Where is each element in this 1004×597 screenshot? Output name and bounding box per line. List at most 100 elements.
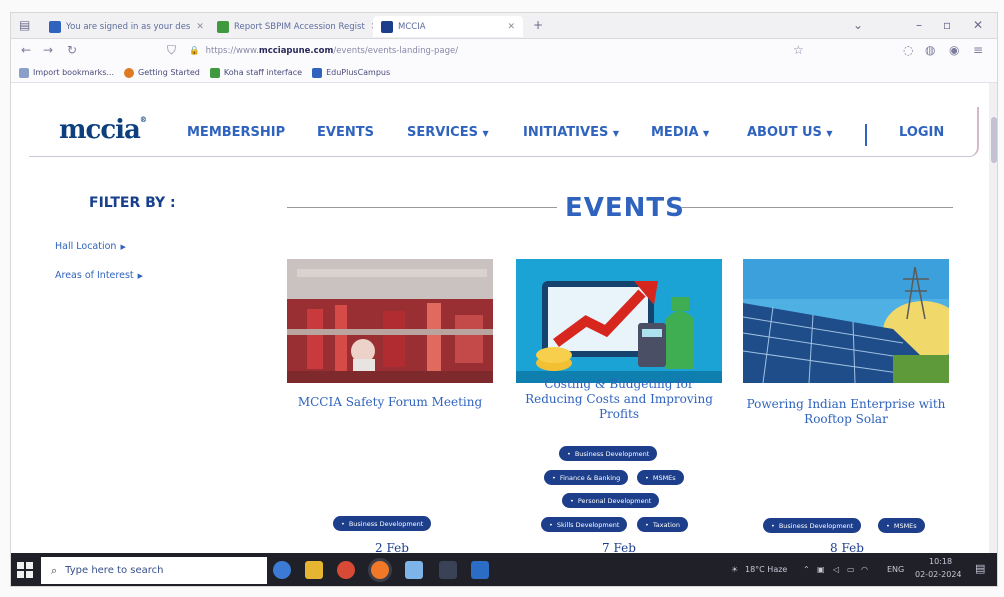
tag-personal-development[interactable]: Personal Development (562, 493, 660, 508)
close-window-icon[interactable]: ✕ (973, 18, 983, 32)
back-icon[interactable]: ← (21, 43, 31, 57)
caret-down-icon: ▼ (703, 129, 710, 138)
url-host: mcciapune.com (258, 46, 334, 56)
account-icon[interactable]: ◉ (949, 43, 959, 57)
tab-label: Report SBPIM Accession Regist (234, 21, 365, 32)
tag-finance-banking[interactable]: Finance & Banking (544, 470, 629, 485)
filter-title: FILTER BY : (89, 195, 176, 211)
nav-media[interactable]: MEDIA ▼ (651, 125, 709, 140)
windows-start-icon[interactable] (17, 562, 33, 578)
nav-membership[interactable]: MEMBERSHIP (187, 125, 285, 140)
reload-icon[interactable]: ↻ (67, 43, 77, 57)
event-image-solar[interactable] (743, 259, 949, 383)
tag-msmes[interactable]: MSMEs (637, 470, 684, 485)
bookmark-getting-started[interactable]: Getting Started (124, 67, 200, 78)
import-icon (19, 67, 29, 78)
bookmark-label: Koha staff interface (223, 68, 303, 77)
scrollbar-thumb[interactable] (991, 117, 997, 163)
minimize-icon[interactable]: – (916, 18, 922, 32)
clock-time[interactable]: 10:18 (929, 557, 952, 566)
event-title[interactable]: MCCIA Safety Forum Meeting (287, 395, 493, 410)
tag-taxation[interactable]: Taxation (637, 517, 689, 532)
nav-about-us[interactable]: ABOUT US ▼ (747, 125, 833, 140)
notifications-icon[interactable]: ▤ (975, 562, 985, 575)
close-icon[interactable]: ✕ (507, 22, 515, 32)
app-icon[interactable] (439, 561, 457, 579)
tab-strip: ▤ You are signed in as your des ✕ Report… (11, 13, 997, 39)
filter-hall-location[interactable]: Hall Location ▶ (55, 241, 126, 252)
nav-events[interactable]: EVENTS (317, 125, 374, 140)
event-image-costing[interactable] (516, 259, 722, 383)
weather-icon[interactable]: ☀ (731, 565, 738, 574)
event-title[interactable]: Powering Indian Enterprise with Rooftop … (743, 397, 949, 427)
battery-icon[interactable]: ▭ (847, 565, 855, 574)
edge-icon[interactable] (273, 561, 291, 579)
search-icon: ⌕ (51, 563, 58, 577)
filter-label: Areas of Interest (55, 270, 134, 281)
language-indicator[interactable]: ENG (887, 565, 904, 574)
firefox-icon[interactable] (371, 561, 389, 579)
login-link[interactable]: LOGIN (899, 125, 944, 140)
notepad-icon[interactable] (405, 561, 423, 579)
divider-line (287, 207, 557, 208)
tab-list-icon[interactable]: ▤ (19, 18, 30, 32)
tag-msmes[interactable]: MSMEs (878, 518, 925, 533)
show-hidden-icons-icon[interactable]: ⌃ (803, 565, 810, 574)
nav-label: SERVICES (407, 125, 478, 140)
tag-business-development[interactable]: Business Development (559, 446, 658, 461)
menu-icon[interactable]: ≡ (973, 43, 983, 57)
nav-label: EVENTS (317, 125, 374, 140)
site-header: mccia® MEMBERSHIP EVENTS SERVICES ▼ INIT… (29, 107, 979, 157)
tab-signed-in[interactable]: You are signed in as your des ✕ (49, 16, 204, 37)
filter-label: Hall Location (55, 241, 117, 252)
wifi-icon[interactable]: ◠ (861, 565, 868, 574)
tag-business-development[interactable]: Business Development (333, 516, 432, 531)
windows-taskbar: ⌕ Type here to search ☀ 18°C Haze ⌃ ▣ ◁ … (11, 553, 997, 586)
nav-initiatives[interactable]: INITIATIVES ▼ (523, 125, 619, 140)
event-image-safety-forum[interactable] (287, 259, 493, 383)
tab-report[interactable]: Report SBPIM Accession Regist ✕ (217, 16, 378, 37)
bookmark-star-icon[interactable]: ☆ (793, 43, 804, 57)
close-icon[interactable]: ✕ (196, 22, 204, 32)
pocket-icon[interactable]: ◌ (903, 43, 913, 57)
mccia-logo[interactable]: mccia® (59, 115, 147, 145)
koha-favicon-icon (217, 20, 229, 33)
mccia-favicon-icon (381, 20, 393, 33)
login-label: LOGIN (899, 125, 945, 140)
taskbar-search-input[interactable]: ⌕ Type here to search (41, 557, 267, 584)
volume-icon[interactable]: ◁ (833, 565, 839, 574)
tag-skills-development[interactable]: Skills Development (541, 517, 628, 532)
filter-areas-of-interest[interactable]: Areas of Interest ▶ (55, 270, 143, 281)
extension-icon[interactable]: ◍ (925, 43, 935, 57)
forward-icon[interactable]: → (43, 43, 53, 57)
search-placeholder: Type here to search (65, 565, 164, 576)
tab-mccia[interactable]: MCCIA ✕ (373, 16, 523, 37)
event-title[interactable]: Costing & Budgeting for Reducing Costs a… (516, 377, 722, 422)
divider-line (681, 207, 953, 208)
chrome-icon[interactable] (337, 561, 355, 579)
maximize-icon[interactable]: ▫ (943, 18, 951, 32)
network-icon[interactable]: ▣ (817, 565, 825, 574)
tag-business-development[interactable]: Business Development (763, 518, 862, 533)
screen: ▤ You are signed in as your des ✕ Report… (10, 12, 998, 587)
nav-services[interactable]: SERVICES ▼ (407, 125, 489, 140)
bookmark-label: Getting Started (138, 68, 200, 77)
clock-date[interactable]: 02-02-2024 (915, 570, 962, 579)
shield-icon[interactable]: ⛉ (167, 43, 176, 58)
lock-icon: 🔒 (189, 46, 200, 56)
bookmark-koha[interactable]: Koha staff interface (209, 67, 303, 78)
new-tab-icon[interactable]: + (533, 18, 543, 32)
chevron-down-icon[interactable]: ⌄ (853, 18, 863, 32)
bookmark-label: Import bookmarks... (33, 68, 115, 77)
bookmark-eduplus[interactable]: EduPlusCampus (312, 67, 390, 78)
caret-down-icon: ▼ (482, 129, 489, 138)
address-bar[interactable]: 🔒 https://www. mcciapune.com /events/eve… (189, 42, 749, 60)
file-explorer-icon[interactable] (305, 561, 323, 579)
weather-text[interactable]: 18°C Haze (745, 565, 787, 574)
tab-label: MCCIA (398, 21, 426, 32)
firefox-icon (124, 67, 135, 78)
koha-icon (209, 67, 220, 78)
word-icon[interactable] (471, 561, 489, 579)
bookmark-import[interactable]: Import bookmarks... (19, 67, 115, 78)
nav-label: MEMBERSHIP (187, 125, 286, 140)
